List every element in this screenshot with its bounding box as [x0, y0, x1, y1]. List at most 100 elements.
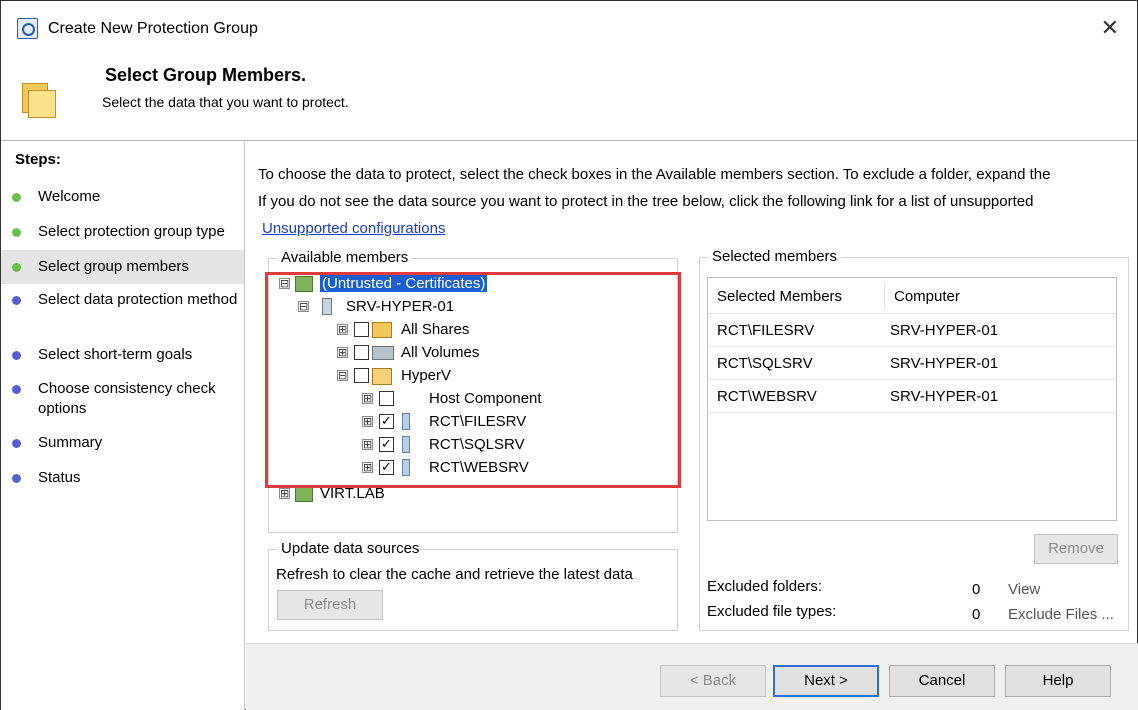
vm-icon — [402, 436, 410, 453]
refresh-button[interactable]: Refresh — [277, 590, 383, 620]
filesrv-checkbox[interactable]: ✓ — [379, 414, 394, 429]
step-select-protection-method[interactable]: Select data protection method — [1, 290, 244, 334]
step-consistency-check[interactable]: Choose consistency check options — [1, 379, 244, 423]
host-component-checkbox[interactable] — [379, 391, 394, 406]
sqlsrv-checkbox[interactable]: ✓ — [379, 437, 394, 452]
network-icon — [295, 486, 313, 502]
step-status-icon — [12, 385, 21, 394]
step-label: Select data protection method — [38, 291, 238, 308]
tree-node-label: Host Component — [429, 390, 542, 407]
tree-node-label: RCT\FILESRV — [429, 413, 527, 430]
list-header: Selected Members Computer — [708, 278, 1116, 314]
expand-icon[interactable]: ⊞ — [362, 462, 373, 473]
step-status-icon — [12, 263, 21, 272]
step-status-icon — [12, 439, 21, 448]
group-title: Available members — [277, 249, 413, 266]
member-cell: RCT\SQLSRV — [717, 355, 813, 372]
step-status-icon — [12, 351, 21, 360]
computer-cell: SRV-HYPER-01 — [890, 388, 999, 405]
member-cell: RCT\WEBSRV — [717, 388, 817, 405]
selected-members-group: Selected members Selected Members Comput… — [699, 248, 1129, 631]
expand-icon[interactable]: ⊞ — [362, 393, 373, 404]
step-short-term-goals[interactable]: Select short-term goals — [1, 345, 244, 367]
tree-node-label: VIRT.LAB — [320, 485, 385, 502]
column-header-computer[interactable]: Computer — [894, 288, 960, 305]
dialog-window: Create New Protection Group ✕ Select Gro… — [0, 0, 1138, 710]
vm-icon — [402, 413, 410, 430]
step-label: Select short-term goals — [38, 346, 193, 363]
steps-heading: Steps: — [15, 151, 61, 168]
tree-node-label: (Untrusted - Certificates) — [320, 275, 488, 292]
excluded-file-types-count: 0 — [972, 606, 981, 623]
window-title: Create New Protection Group — [48, 20, 258, 37]
member-cell: RCT\FILESRV — [717, 322, 815, 339]
expand-icon[interactable]: ⊞ — [279, 488, 290, 499]
step-label: Choose consistency check options — [38, 380, 216, 417]
table-row[interactable]: RCT\WEBSRV SRV-HYPER-01 — [708, 380, 1116, 413]
step-status-icon — [12, 474, 21, 483]
table-row[interactable]: RCT\FILESRV SRV-HYPER-01 — [708, 314, 1116, 347]
expand-icon[interactable]: ⊞ — [362, 439, 373, 450]
steps-panel: Steps: Welcome Select protection group t… — [1, 142, 245, 710]
help-button[interactable]: Help — [1005, 665, 1111, 697]
step-status-icon — [12, 228, 21, 237]
selected-members-list[interactable]: Selected Members Computer RCT\FILESRV SR… — [707, 277, 1117, 521]
excluded-folders-label: Excluded folders: — [707, 578, 823, 595]
next-button[interactable]: Next > — [773, 665, 879, 697]
computer-cell: SRV-HYPER-01 — [890, 322, 999, 339]
remove-button[interactable]: Remove — [1034, 534, 1118, 564]
page-title: Select Group Members. — [105, 65, 307, 85]
unsupported-configurations-link[interactable]: Unsupported configurations — [262, 220, 445, 237]
available-members-group: Available members ⊟ (Untrusted - Certifi… — [268, 249, 678, 533]
computer-cell: SRV-HYPER-01 — [890, 355, 999, 372]
group-title: Update data sources — [277, 540, 424, 557]
page-subtitle: Select the data that you want to protect… — [102, 94, 349, 110]
title-bar: Create New Protection Group ✕ — [1, 1, 1137, 53]
step-label: Welcome — [38, 188, 101, 205]
group-title: Selected members — [708, 248, 842, 265]
tree-node-label: SRV-HYPER-01 — [346, 298, 455, 315]
server-icon — [322, 298, 332, 315]
table-row[interactable]: RCT\SQLSRV SRV-HYPER-01 — [708, 347, 1116, 380]
tree-node-label: RCT\SQLSRV — [429, 436, 525, 453]
tree-node-label: All Shares — [401, 321, 470, 338]
column-header-selected-members[interactable]: Selected Members — [717, 288, 842, 305]
close-icon[interactable]: ✕ — [1101, 15, 1119, 41]
cancel-button[interactable]: Cancel — [889, 665, 995, 697]
update-data-sources-group: Update data sources Refresh to clear the… — [268, 540, 678, 631]
step-select-group-type[interactable]: Select protection group type — [1, 222, 244, 244]
collapse-icon[interactable]: ⊟ — [298, 301, 309, 312]
volume-icon — [372, 346, 394, 360]
expand-icon[interactable]: ⊞ — [337, 324, 348, 335]
dpm-app-icon — [17, 18, 38, 39]
all-volumes-checkbox[interactable] — [354, 345, 369, 360]
step-welcome[interactable]: Welcome — [1, 187, 244, 209]
folder-icon — [22, 83, 58, 119]
network-icon — [295, 276, 313, 292]
step-summary[interactable]: Summary — [1, 433, 244, 455]
exclude-files-link[interactable]: Exclude Files ... — [1008, 606, 1114, 623]
main-content: To choose the data to protect, select th… — [246, 142, 1138, 642]
refresh-description: Refresh to clear the cache and retrieve … — [276, 566, 633, 583]
step-status[interactable]: Status — [1, 468, 244, 490]
step-label: Status — [38, 469, 81, 486]
all-shares-checkbox[interactable] — [354, 322, 369, 337]
members-tree[interactable]: ⊟ (Untrusted - Certificates) ⊟ SRV-HYPER… — [277, 273, 667, 521]
wizard-footer: < Back Next > Cancel Help — [246, 643, 1138, 710]
step-select-group-members[interactable]: Select group members — [1, 250, 244, 284]
websrv-checkbox[interactable]: ✓ — [379, 460, 394, 475]
tree-node-label: RCT\WEBSRV — [429, 459, 529, 476]
collapse-icon[interactable]: ⊟ — [337, 370, 348, 381]
step-status-icon — [12, 296, 21, 305]
step-label: Select protection group type — [38, 223, 225, 240]
hyperv-icon — [372, 368, 392, 385]
tree-node-label: All Volumes — [401, 344, 480, 361]
hyperv-checkbox[interactable] — [354, 368, 369, 383]
view-excluded-folders-link[interactable]: View — [1008, 581, 1040, 598]
collapse-icon[interactable]: ⊟ — [279, 278, 290, 289]
expand-icon[interactable]: ⊞ — [362, 416, 373, 427]
back-button[interactable]: < Back — [660, 665, 766, 697]
step-label: Select group members — [38, 258, 189, 275]
excluded-folders-count: 0 — [972, 581, 981, 598]
expand-icon[interactable]: ⊞ — [337, 347, 348, 358]
